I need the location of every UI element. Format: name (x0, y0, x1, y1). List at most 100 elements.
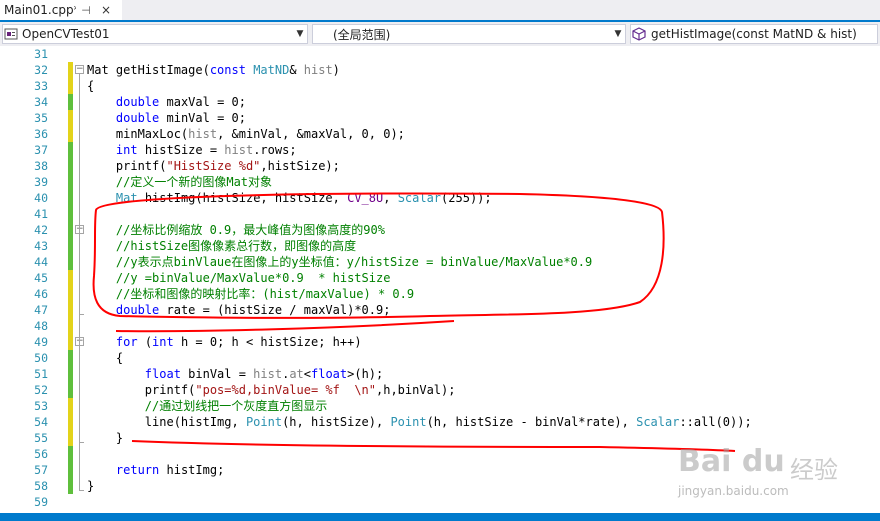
code-line[interactable]: 37 int histSize = hist.rows; (0, 142, 880, 158)
project-dropdown[interactable]: OpenCVTest01 ▼ (2, 24, 308, 44)
code-token: line(histImg, (87, 415, 246, 429)
fold-toggle-icon[interactable]: − (75, 65, 84, 74)
fold-guide-end (79, 490, 84, 491)
code-line[interactable]: 32 − Mat getHistImage(const MatND& hist) (0, 62, 880, 78)
change-marker (68, 398, 73, 414)
code-text: //通过划线把一个灰度直方图显示 (87, 398, 327, 414)
change-marker (68, 78, 73, 94)
code-token: ( (137, 335, 153, 349)
code-token: printf( (87, 159, 167, 173)
line-number: 56 (34, 447, 48, 461)
code-token: maxVal = 0; (159, 95, 246, 109)
code-token: ) (332, 63, 340, 77)
code-token: //通过划线把一个灰度直方图显示 (87, 399, 328, 413)
change-marker (68, 366, 73, 382)
code-line[interactable]: 46 //坐标和图像的映射比率：(hist/maxValue) * 0.9 (0, 286, 880, 302)
change-marker (68, 318, 73, 334)
change-marker (68, 190, 73, 206)
code-line[interactable]: 58} (0, 478, 880, 494)
document-tab-strip: Main01.cpp* ⊣ × (0, 0, 880, 22)
line-number: 46 (34, 287, 48, 301)
line-number: 39 (34, 175, 48, 189)
code-token: } (87, 479, 95, 493)
code-line[interactable]: 51 float binVal = hist.at<float>(h); (0, 366, 880, 382)
code-line[interactable]: 55 } (0, 430, 880, 446)
code-line[interactable]: 38 printf("HistSize %d",histSize); (0, 158, 880, 174)
code-token: float (144, 367, 181, 381)
method-cube-icon (631, 27, 647, 41)
code-line[interactable]: 43 //histSize图像像素总行数，即图像的高度 (0, 238, 880, 254)
code-token: hist (303, 63, 333, 77)
code-text: for (int h = 0; h < histSize; h++) (87, 334, 362, 350)
scope-dropdown[interactable]: (全局范围) ▼ (312, 24, 626, 44)
code-line[interactable]: 42− //坐标比例缩放 0.9，最大峰值为图像高度的90% (0, 222, 880, 238)
code-line[interactable]: 59 (0, 494, 880, 510)
code-line[interactable]: 48 (0, 318, 880, 334)
code-text: //坐标和图像的映射比率：(hist/maxValue) * 0.9 (87, 286, 414, 302)
code-line[interactable]: 52 printf("pos=%d,binValue= %f \n",h,bin… (0, 382, 880, 398)
close-icon[interactable]: × (96, 3, 116, 17)
code-line[interactable]: 54 line(histImg, Point(h, histSize), Poi… (0, 414, 880, 430)
code-text: double maxVal = 0; (87, 94, 246, 110)
line-number: 59 (34, 495, 48, 509)
code-token: hist (253, 367, 283, 381)
code-text: double rate = (histSize / maxVal)*0.9; (87, 302, 391, 318)
code-token: int (152, 335, 174, 349)
code-token: Mat (115, 191, 138, 205)
code-text: //坐标比例缩放 0.9，最大峰值为图像高度的90% (87, 222, 385, 238)
code-token: } (87, 431, 124, 445)
line-number: 54 (34, 415, 48, 429)
code-token: hist (188, 127, 218, 141)
code-line[interactable]: 53 //通过划线把一个灰度直方图显示 (0, 398, 880, 414)
tab-main01-cpp[interactable]: Main01.cpp* ⊣ × (0, 0, 122, 20)
code-token: histImg; (159, 463, 225, 477)
code-token: histImg(histSize, histSize, (137, 191, 348, 205)
change-marker (68, 286, 73, 302)
code-text: //定义一个新的图像Mat对象 (87, 174, 272, 190)
code-token: { (87, 79, 95, 93)
code-line[interactable]: 36 minMaxLoc(hist, &minVal, &maxVal, 0, … (0, 126, 880, 142)
code-token: & (289, 63, 304, 77)
code-token: , (383, 191, 398, 205)
code-line[interactable]: 45 //y =binValue/MaxValue*0.9 * histSize (0, 270, 880, 286)
code-line[interactable]: 31 (0, 46, 880, 62)
code-text: } (87, 478, 94, 494)
code-token: Point (390, 415, 427, 429)
code-line[interactable]: 39 //定义一个新的图像Mat对象 (0, 174, 880, 190)
code-line[interactable]: 33 { (0, 78, 880, 94)
code-token: Mat getHistImage( (87, 63, 210, 77)
code-token: //坐标和图像的映射比率：(hist/maxValue) * 0.9 (87, 287, 415, 301)
code-text: line(histImg, Point(h, histSize), Point(… (87, 414, 752, 430)
line-number: 53 (34, 399, 48, 413)
line-number: 57 (34, 463, 48, 477)
code-text: //y =binValue/MaxValue*0.9 * histSize (87, 270, 391, 286)
code-text: //y表示点binVlaue在图像上的y坐标值：y/histSize = bin… (87, 254, 592, 270)
code-editor[interactable]: 31 32 − Mat getHistImage(const MatND& hist)… (0, 46, 880, 513)
code-token: Scalar (636, 415, 680, 429)
code-line[interactable]: 41 (0, 206, 880, 222)
code-line[interactable]: 35 double minVal = 0; (0, 110, 880, 126)
member-name: getHistImage(const MatND & hist) (651, 27, 857, 41)
code-token: printf( (87, 383, 196, 397)
change-marker (68, 94, 73, 110)
change-marker (68, 158, 73, 174)
code-line[interactable]: 50 { (0, 350, 880, 366)
code-line[interactable]: 49− for (int h = 0; h < histSize; h++) (0, 334, 880, 350)
member-dropdown[interactable]: getHistImage(const MatND & hist) (630, 24, 878, 44)
code-line[interactable]: 56 (0, 446, 880, 462)
code-line[interactable]: 57 return histImg; (0, 462, 880, 478)
code-token: MatND (253, 63, 290, 77)
pin-icon[interactable]: ⊣ (76, 4, 96, 17)
code-line[interactable]: 40 Mat histImg(histSize, histSize, CV_8U… (0, 190, 880, 206)
code-line[interactable]: 47 double rate = (histSize / maxVal)*0.9… (0, 302, 880, 318)
line-number: 45 (34, 271, 48, 285)
code-line[interactable]: 34 double maxVal = 0; (0, 94, 880, 110)
code-token: float (311, 367, 348, 381)
code-token: h = 0; h < histSize; h++) (173, 335, 362, 349)
code-line[interactable]: 44 //y表示点binVlaue在图像上的y坐标值：y/histSize = … (0, 254, 880, 270)
fold-guide-end (79, 314, 84, 315)
status-bar (0, 513, 880, 521)
line-number: 55 (34, 431, 48, 445)
